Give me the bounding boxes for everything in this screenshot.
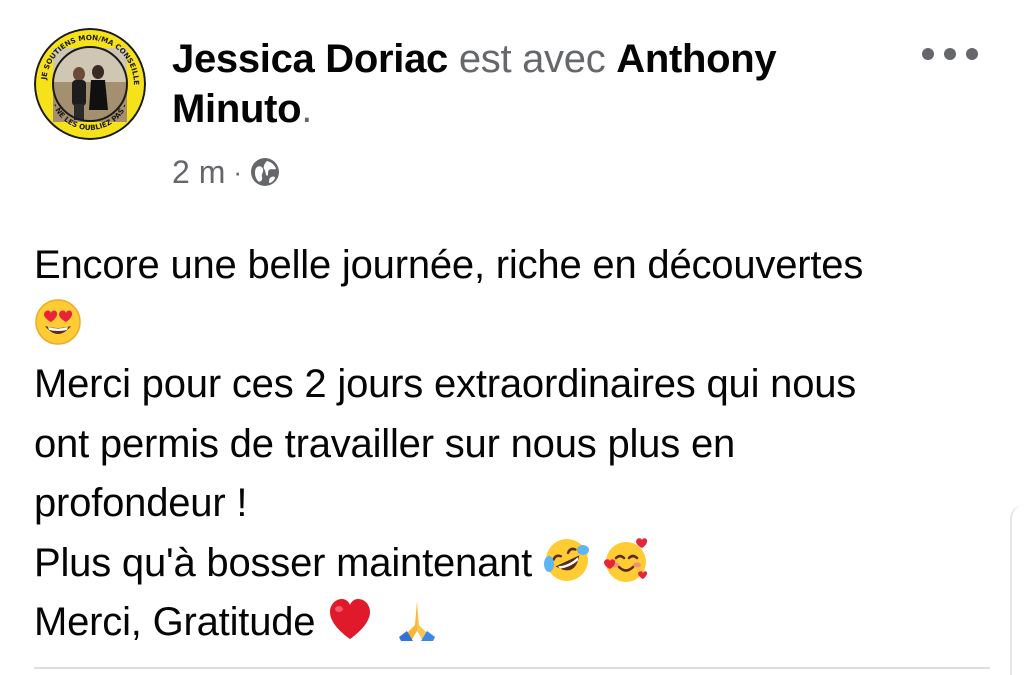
post-line-6-text: Plus qu'à bosser maintenant — [34, 540, 533, 585]
globe-icon[interactable] — [250, 157, 280, 187]
post-line-2 — [34, 296, 994, 356]
author-name-link[interactable]: Jessica Doriac — [172, 37, 448, 81]
post-header: JE SOUTIENS MON/MA CONSEILLER/ERE TEXAN … — [34, 28, 994, 198]
avatar[interactable]: JE SOUTIENS MON/MA CONSEILLER/ERE TEXAN … — [34, 28, 146, 140]
post-line-5: profondeur ! — [34, 481, 248, 525]
post-line-6: Plus qu'à bosser maintenant — [34, 534, 994, 594]
with-text: est avec — [458, 37, 606, 81]
tagged-name-last-link[interactable]: Minuto — [172, 87, 302, 131]
post-line-1: Encore une belle journée, riche en décou… — [34, 243, 864, 287]
period-text: . — [301, 87, 313, 131]
folded-hands-emoji — [393, 595, 441, 643]
tagged-name-first-link[interactable]: Anthony — [616, 37, 776, 81]
post-line-7: Merci, Gratitude — [34, 593, 994, 653]
rolling-laughing-emoji — [543, 536, 591, 584]
meta-separator: · — [233, 156, 243, 187]
post-line-3: Merci pour ces 2 jours extraordinaires q… — [34, 362, 857, 406]
scroll-edge — [1010, 505, 1024, 675]
post-line-7-text: Merci, Gratitude — [34, 600, 316, 644]
more-options-icon[interactable] — [922, 34, 978, 74]
more-dot — [944, 48, 956, 60]
post-divider — [34, 667, 990, 669]
post-line-4: ont permis de travailler sur nous plus e… — [34, 421, 736, 466]
red-heart-emoji — [326, 595, 374, 643]
more-dot — [922, 48, 934, 60]
post-meta: 2 m · — [172, 152, 280, 192]
more-dot — [966, 48, 978, 60]
post-body: Encore une belle journée, riche en décou… — [34, 236, 994, 653]
smiling-hearts-emoji — [602, 536, 650, 584]
facebook-post: JE SOUTIENS MON/MA CONSEILLER/ERE TEXAN … — [0, 0, 1024, 675]
heart-eyes-emoji — [34, 298, 82, 346]
timestamp-link[interactable]: 2 m — [172, 154, 225, 191]
author-line: Jessica Doriac est avec Anthony Minuto. — [172, 34, 862, 134]
